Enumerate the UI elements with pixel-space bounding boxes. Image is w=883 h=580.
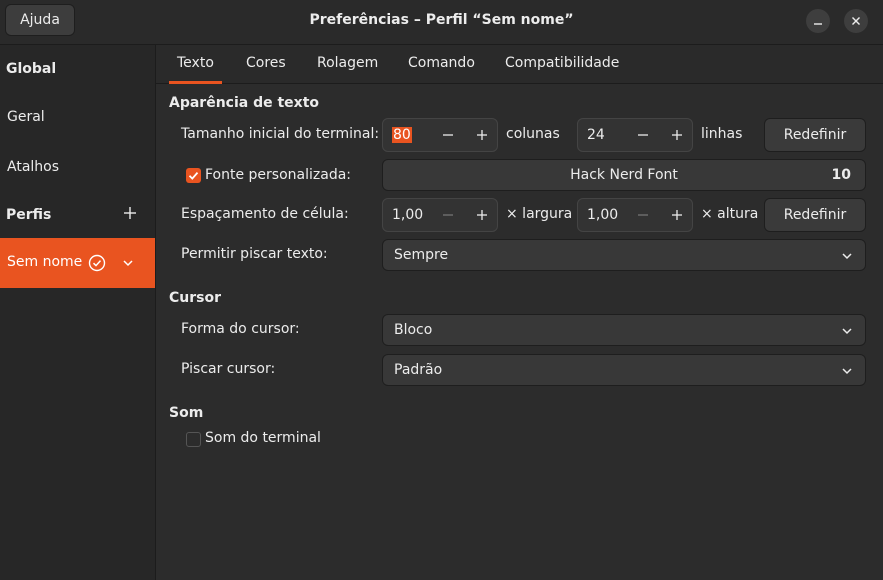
columns-unit: colunas <box>506 126 560 142</box>
width-increase-button[interactable] <box>465 200 499 230</box>
profile-name: Sem nome <box>7 254 83 270</box>
minus-icon <box>443 214 453 216</box>
font-name: Hack Nerd Font <box>570 167 678 183</box>
font-size: 10 <box>831 167 851 183</box>
cursor-heading: Cursor <box>169 290 222 306</box>
profile-menu-chevron-icon[interactable] <box>122 257 134 269</box>
custom-font-label[interactable]: Fonte personalizada: <box>205 167 351 183</box>
text-tab-panel: Aparência de texto Tamanho inicial do te… <box>156 84 883 580</box>
sidebar-item-profile[interactable]: Sem nome <box>0 238 155 288</box>
minimize-icon <box>814 23 822 25</box>
plus-icon <box>477 210 487 220</box>
checkmark-icon <box>188 172 199 180</box>
close-icon <box>852 17 860 25</box>
text-blink-value: Sempre <box>394 247 449 263</box>
cell-spacing-label: Espaçamento de célula: <box>181 206 349 222</box>
plus-icon <box>477 130 487 140</box>
add-profile-button[interactable] <box>122 205 138 221</box>
terminal-bell-label[interactable]: Som do terminal <box>205 430 321 446</box>
close-button[interactable] <box>844 9 868 33</box>
columns-increase-button[interactable] <box>465 120 499 150</box>
width-spacing-value[interactable]: 1,00 <box>392 207 423 223</box>
tab-text[interactable]: Texto <box>169 55 222 84</box>
rows-spinbutton[interactable]: 24 <box>577 118 693 152</box>
minus-icon <box>638 134 648 136</box>
chevron-down-icon <box>842 328 852 335</box>
columns-value[interactable]: 80 <box>392 127 412 143</box>
rows-value[interactable]: 24 <box>587 127 605 143</box>
minimize-button[interactable] <box>806 9 830 33</box>
custom-font-checkbox[interactable] <box>186 168 201 183</box>
height-spacing-unit: × altura <box>701 206 759 222</box>
tab-bar: Texto Cores Rolagem Comando Compatibilid… <box>156 45 883 84</box>
title-bar: Ajuda Preferências – Perfil “Sem nome” <box>0 0 883 45</box>
cursor-shape-dropdown[interactable]: Bloco <box>382 314 866 346</box>
font-chooser-button[interactable]: Hack Nerd Font 10 <box>382 159 866 191</box>
tab-scrolling[interactable]: Rolagem <box>317 55 378 71</box>
sidebar-item-general[interactable]: Geral <box>7 109 45 125</box>
width-decrease-button[interactable] <box>431 200 465 230</box>
tab-command[interactable]: Comando <box>408 55 475 71</box>
height-spacing-spinbutton[interactable]: 1,00 <box>577 198 693 232</box>
cursor-blink-dropdown[interactable]: Padrão <box>382 354 866 386</box>
text-blink-dropdown[interactable]: Sempre <box>382 239 866 271</box>
columns-spinbutton[interactable]: 80 <box>382 118 498 152</box>
cursor-blink-label: Piscar cursor: <box>181 361 276 377</box>
rows-decrease-button[interactable] <box>626 120 660 150</box>
rows-unit: linhas <box>701 126 743 142</box>
width-spacing-spinbutton[interactable]: 1,00 <box>382 198 498 232</box>
plus-icon <box>672 130 682 140</box>
minus-icon <box>443 134 453 136</box>
sidebar-item-shortcuts[interactable]: Atalhos <box>7 159 59 175</box>
reset-spacing-button[interactable]: Redefinir <box>764 198 866 232</box>
default-profile-check-icon <box>88 254 106 272</box>
text-blink-label: Permitir piscar texto: <box>181 246 328 262</box>
sidebar-profiles-heading: Perfis <box>6 207 52 223</box>
sidebar: Global Geral Atalhos Perfis Sem nome <box>0 45 156 580</box>
tab-colors[interactable]: Cores <box>246 55 286 71</box>
cursor-shape-value: Bloco <box>394 322 433 338</box>
reset-size-button[interactable]: Redefinir <box>764 118 866 152</box>
terminal-size-label: Tamanho inicial do terminal: <box>181 126 380 142</box>
text-appearance-heading: Aparência de texto <box>169 95 320 111</box>
window-title: Preferências – Perfil “Sem nome” <box>309 12 574 28</box>
terminal-bell-checkbox[interactable] <box>186 432 201 447</box>
cursor-shape-label: Forma do cursor: <box>181 321 300 337</box>
chevron-down-icon <box>842 253 852 260</box>
minus-icon <box>638 214 648 216</box>
plus-icon <box>672 210 682 220</box>
cursor-blink-value: Padrão <box>394 362 443 378</box>
rows-increase-button[interactable] <box>660 120 694 150</box>
height-decrease-button[interactable] <box>626 200 660 230</box>
sound-heading: Som <box>169 405 204 421</box>
sidebar-global-heading: Global <box>6 61 57 77</box>
tab-compatibility[interactable]: Compatibilidade <box>505 55 619 71</box>
chevron-down-icon <box>842 368 852 375</box>
height-increase-button[interactable] <box>660 200 694 230</box>
plus-icon <box>124 207 136 219</box>
columns-decrease-button[interactable] <box>431 120 465 150</box>
height-spacing-value[interactable]: 1,00 <box>587 207 618 223</box>
width-spacing-unit: × largura <box>506 206 573 222</box>
